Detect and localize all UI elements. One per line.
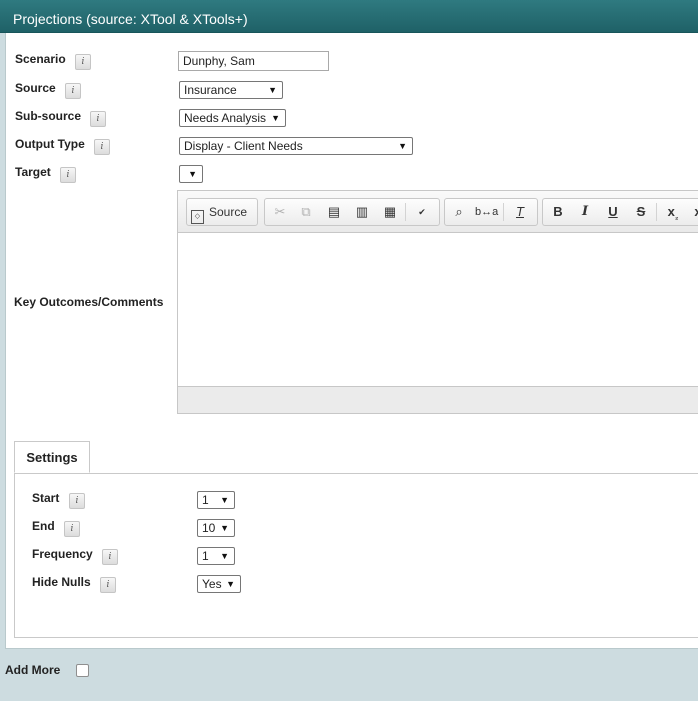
replace-icon[interactable]: b↔a — [475, 201, 498, 223]
toolbar-group-editing: ⌕ b↔a T — [444, 198, 538, 226]
source-button-label: Source — [209, 205, 248, 219]
chevron-down-icon: ▼ — [220, 551, 229, 561]
toolbar-separator — [503, 203, 504, 221]
target-select[interactable]: ▼ — [179, 165, 203, 183]
start-label: Start — [32, 491, 60, 505]
source-select-value: Insurance — [184, 83, 237, 97]
superscript-icon[interactable]: x — [687, 201, 698, 223]
hide-nulls-select[interactable]: Yes ▼ — [197, 575, 241, 593]
chevron-down-icon: ▼ — [398, 141, 407, 151]
target-label: Target — [15, 165, 51, 179]
chevron-down-icon: ▼ — [271, 113, 280, 123]
subscript-icon[interactable]: x₂ — [662, 201, 684, 223]
toolbar-separator — [656, 203, 657, 221]
chevron-down-icon: ▼ — [226, 579, 235, 589]
end-select-value: 10 — [202, 521, 216, 535]
underline-icon[interactable]: U — [602, 201, 624, 223]
italic-icon[interactable]: I — [574, 201, 596, 223]
window-title: Projections (source: XTool & XTools+) — [13, 11, 248, 27]
sub-source-label: Sub-source — [15, 109, 82, 123]
target-info-icon[interactable]: i — [60, 167, 76, 183]
end-label: End — [32, 519, 55, 533]
sub-source-select-value: Needs Analysis — [184, 111, 267, 125]
hide-nulls-select-value: Yes — [202, 577, 222, 591]
end-select[interactable]: 10 ▼ — [197, 519, 235, 537]
hide-nulls-label: Hide Nulls — [32, 575, 91, 589]
output-type-select-value: Display - Client Needs — [184, 139, 303, 153]
source-info-icon[interactable]: i — [65, 83, 81, 99]
chevron-down-icon: ▼ — [268, 85, 277, 95]
key-outcomes-label: Key Outcomes/Comments — [14, 295, 164, 309]
chevron-down-icon: ▼ — [220, 495, 229, 505]
hide-nulls-info-icon[interactable]: i — [100, 577, 116, 593]
output-type-label: Output Type — [15, 137, 85, 151]
scenario-label: Scenario — [15, 52, 66, 66]
start-select-value: 1 — [202, 493, 209, 507]
editor-toolbar: ◇ Source ✂ ⧉ ▤ ▥ ▦ ✔ ⌕ b↔a T B I U S x₂ x — [178, 191, 698, 233]
add-more-checkbox[interactable] — [76, 664, 89, 677]
spellcheck-icon[interactable]: ✔ — [411, 201, 433, 223]
toolbar-group-clipboard: ✂ ⧉ ▤ ▥ ▦ ✔ — [264, 198, 440, 226]
editor-content-area[interactable] — [178, 233, 698, 386]
sub-source-info-icon[interactable]: i — [90, 111, 106, 127]
paste-icon[interactable]: ▤ — [323, 201, 345, 223]
editor-status-bar — [178, 386, 698, 413]
toolbar-group-basicstyles: B I U S x₂ x — [542, 198, 698, 226]
output-type-info-icon[interactable]: i — [94, 139, 110, 155]
rich-text-editor: ◇ Source ✂ ⧉ ▤ ▥ ▦ ✔ ⌕ b↔a T B I U S x₂ x — [177, 190, 698, 414]
source-select[interactable]: Insurance ▼ — [179, 81, 283, 99]
frequency-select[interactable]: 1 ▼ — [197, 547, 235, 565]
cut-icon[interactable]: ✂ — [269, 201, 291, 223]
add-more-label: Add More — [5, 663, 61, 677]
scenario-info-icon[interactable]: i — [75, 54, 91, 70]
start-info-icon[interactable]: i — [69, 493, 85, 509]
sub-source-select[interactable]: Needs Analysis ▼ — [179, 109, 286, 127]
chevron-down-icon: ▼ — [220, 523, 229, 533]
start-select[interactable]: 1 ▼ — [197, 491, 235, 509]
end-info-icon[interactable]: i — [64, 521, 80, 537]
window-title-bar: Projections (source: XTool & XTools+) — [0, 0, 698, 33]
frequency-label: Frequency — [32, 547, 93, 561]
find-icon[interactable]: ⌕ — [448, 201, 470, 223]
paste-text-icon[interactable]: ▥ — [351, 201, 373, 223]
frequency-select-value: 1 — [202, 549, 209, 563]
chevron-down-icon: ▼ — [188, 169, 197, 179]
source-button[interactable]: ◇ Source — [191, 202, 248, 224]
remove-format-icon[interactable]: T — [509, 201, 531, 223]
output-type-select[interactable]: Display - Client Needs ▼ — [179, 137, 413, 155]
frequency-info-icon[interactable]: i — [102, 549, 118, 565]
source-label: Source — [15, 81, 56, 95]
settings-tab-bar: Settings — [14, 441, 698, 474]
paste-word-icon[interactable]: ▦ — [379, 201, 401, 223]
toolbar-group-document: ◇ Source — [186, 198, 258, 226]
strikethrough-icon[interactable]: S — [630, 201, 652, 223]
copy-icon[interactable]: ⧉ — [295, 201, 317, 223]
toolbar-separator — [405, 203, 406, 221]
tab-settings[interactable]: Settings — [14, 441, 90, 473]
bold-icon[interactable]: B — [547, 201, 569, 223]
source-icon: ◇ — [191, 210, 204, 224]
scenario-input[interactable]: Dunphy, Sam — [178, 51, 329, 71]
